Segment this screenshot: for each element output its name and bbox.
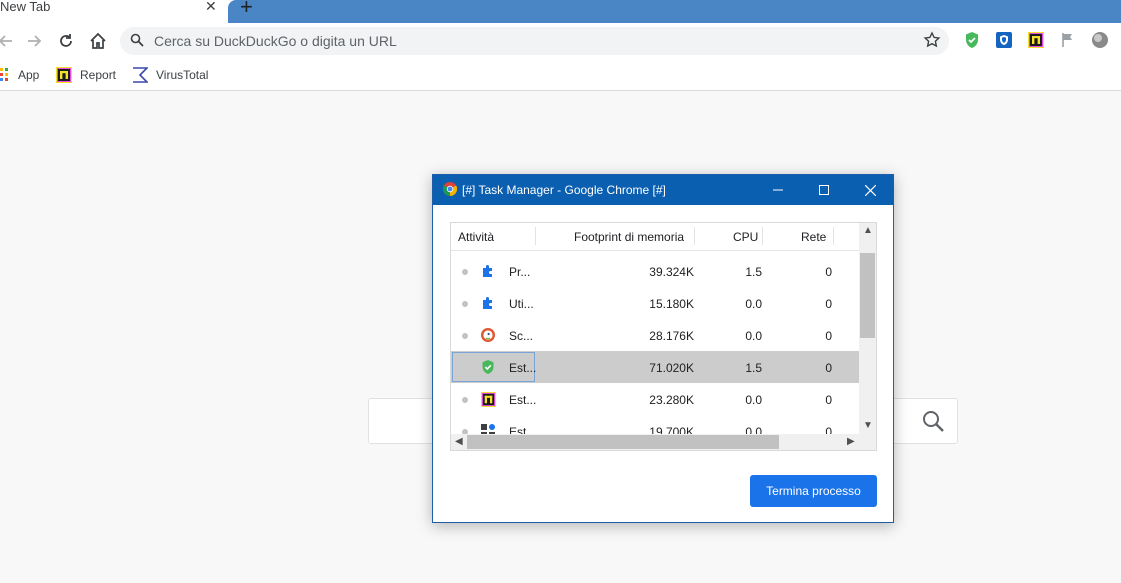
row-memory: 71.020K — [649, 361, 694, 375]
row-name: Sc... — [509, 329, 534, 343]
bookmark-label: Report — [80, 68, 117, 82]
row-bullet — [462, 301, 468, 307]
row-cpu: 0.0 — [745, 329, 762, 343]
table-row-selected[interactable]: Est... 71.020K 1.5 0 — [451, 351, 859, 383]
puzzle-icon — [480, 263, 496, 279]
column-separator[interactable] — [762, 227, 763, 245]
row-bullet — [462, 333, 468, 339]
bookmark-star-icon[interactable] — [923, 31, 941, 54]
horizontal-scroll-thumb[interactable] — [467, 435, 779, 449]
puzzle-icon — [480, 295, 496, 311]
row-network: 0 — [825, 329, 832, 343]
vertical-scrollbar[interactable]: ▲ ▼ — [859, 223, 876, 436]
bookmark-label: App — [18, 68, 40, 82]
column-header-activity[interactable]: Attività — [458, 230, 494, 244]
home-icon[interactable] — [86, 29, 110, 53]
row-memory: 15.180K — [649, 297, 694, 311]
shield-check-icon — [480, 359, 496, 375]
column-header-network[interactable]: Rete — [801, 230, 826, 244]
bookmark-label: VirusTotal — [156, 68, 209, 82]
table-row[interactable]: Pr... 39.324K 1.5 0 — [451, 255, 859, 287]
forward-icon[interactable] — [22, 29, 46, 53]
end-process-button[interactable]: Termina processo — [750, 475, 877, 507]
row-name: Uti... — [509, 297, 534, 311]
row-cpu: 1.5 — [745, 265, 762, 279]
flag-icon[interactable] — [1059, 31, 1077, 49]
shield-check-extension-icon[interactable] — [963, 31, 981, 49]
column-separator[interactable] — [833, 227, 834, 245]
tab-strip-background — [228, 0, 1121, 23]
table-row[interactable]: Est... 23.280K 0.0 0 — [451, 383, 859, 415]
row-cpu: 1.5 — [745, 361, 762, 375]
table-row[interactable]: Sc... 28.176K 0.0 0 — [451, 319, 859, 351]
table-header: Attività Footprint di memoria CPU Rete — [451, 223, 859, 251]
row-name: Est... — [509, 361, 537, 375]
toolbar: Cerca su DuckDuckGo o digita un URL — [0, 23, 1121, 59]
bookmarks-bar: App Report VirusTotal — [0, 59, 1121, 91]
row-name: Pr... — [509, 265, 531, 279]
row-bullet — [462, 269, 468, 275]
bookmark-report[interactable]: Report — [56, 66, 116, 84]
back-icon[interactable] — [0, 29, 18, 53]
chrome-icon — [443, 182, 458, 197]
row-memory: 28.176K — [649, 329, 694, 343]
column-header-cpu[interactable]: CPU — [733, 230, 758, 244]
shield-blue-extension-icon[interactable] — [995, 31, 1013, 49]
report-extension-icon — [56, 67, 72, 83]
report-extension-icon[interactable] — [1027, 31, 1045, 49]
vertical-scroll-thumb[interactable] — [860, 253, 875, 338]
row-memory: 39.324K — [649, 265, 694, 279]
omnibox-placeholder[interactable]: Cerca su DuckDuckGo o digita un URL — [154, 33, 397, 49]
row-network: 0 — [825, 265, 832, 279]
tab-title: New Tab — [0, 0, 51, 14]
process-table[interactable]: Attività Footprint di memoria CPU Rete P… — [450, 222, 877, 451]
tab-strip: New Tab ✕ + — [0, 0, 1121, 23]
column-header-memory[interactable]: Footprint di memoria — [574, 230, 684, 244]
dialog-title: [#] Task Manager - Google Chrome [#] — [462, 183, 666, 197]
bookmark-virustotal[interactable]: VirusTotal — [132, 66, 208, 84]
scroll-down-icon[interactable]: ▼ — [863, 420, 873, 431]
row-network: 0 — [825, 393, 832, 407]
omnibox[interactable]: Cerca su DuckDuckGo o digita un URL — [120, 27, 949, 55]
row-network: 0 — [825, 361, 832, 375]
dialog-titlebar[interactable]: [#] Task Manager - Google Chrome [#] — [433, 175, 893, 205]
minimize-button[interactable] — [755, 175, 801, 205]
tab-close-icon[interactable]: ✕ — [205, 0, 217, 13]
close-button[interactable] — [847, 175, 893, 205]
duckduckgo-icon — [480, 327, 496, 343]
search-icon[interactable] — [921, 409, 945, 438]
bookmark-app[interactable]: App — [0, 66, 39, 84]
column-separator[interactable] — [694, 227, 695, 245]
virustotal-icon — [132, 67, 148, 83]
search-icon — [130, 33, 144, 52]
row-cpu: 0.0 — [745, 297, 762, 311]
new-tab-button[interactable]: + — [240, 0, 253, 18]
row-network: 0 — [825, 297, 832, 311]
row-cpu: 0.0 — [745, 393, 762, 407]
row-bullet — [462, 397, 468, 403]
reload-icon[interactable] — [54, 29, 78, 53]
row-name: Est... — [509, 393, 537, 407]
apps-grid-icon — [0, 67, 10, 83]
table-row[interactable]: Uti... 15.180K 0.0 0 — [451, 287, 859, 319]
row-memory: 23.280K — [649, 393, 694, 407]
maximize-button[interactable] — [801, 175, 847, 205]
scroll-left-icon[interactable]: ◀ — [455, 436, 463, 447]
scroll-right-icon[interactable]: ▶ — [847, 436, 855, 447]
profile-avatar-icon[interactable] — [1091, 31, 1109, 49]
horizontal-scrollbar[interactable]: ◀ ▶ — [451, 434, 876, 450]
column-separator[interactable] — [535, 227, 536, 245]
report-extension-icon — [480, 391, 496, 407]
tab-new-tab[interactable]: New Tab ✕ — [0, 0, 226, 23]
task-manager-dialog: [#] Task Manager - Google Chrome [#] Att… — [432, 174, 894, 523]
scroll-up-icon[interactable]: ▲ — [863, 225, 873, 236]
